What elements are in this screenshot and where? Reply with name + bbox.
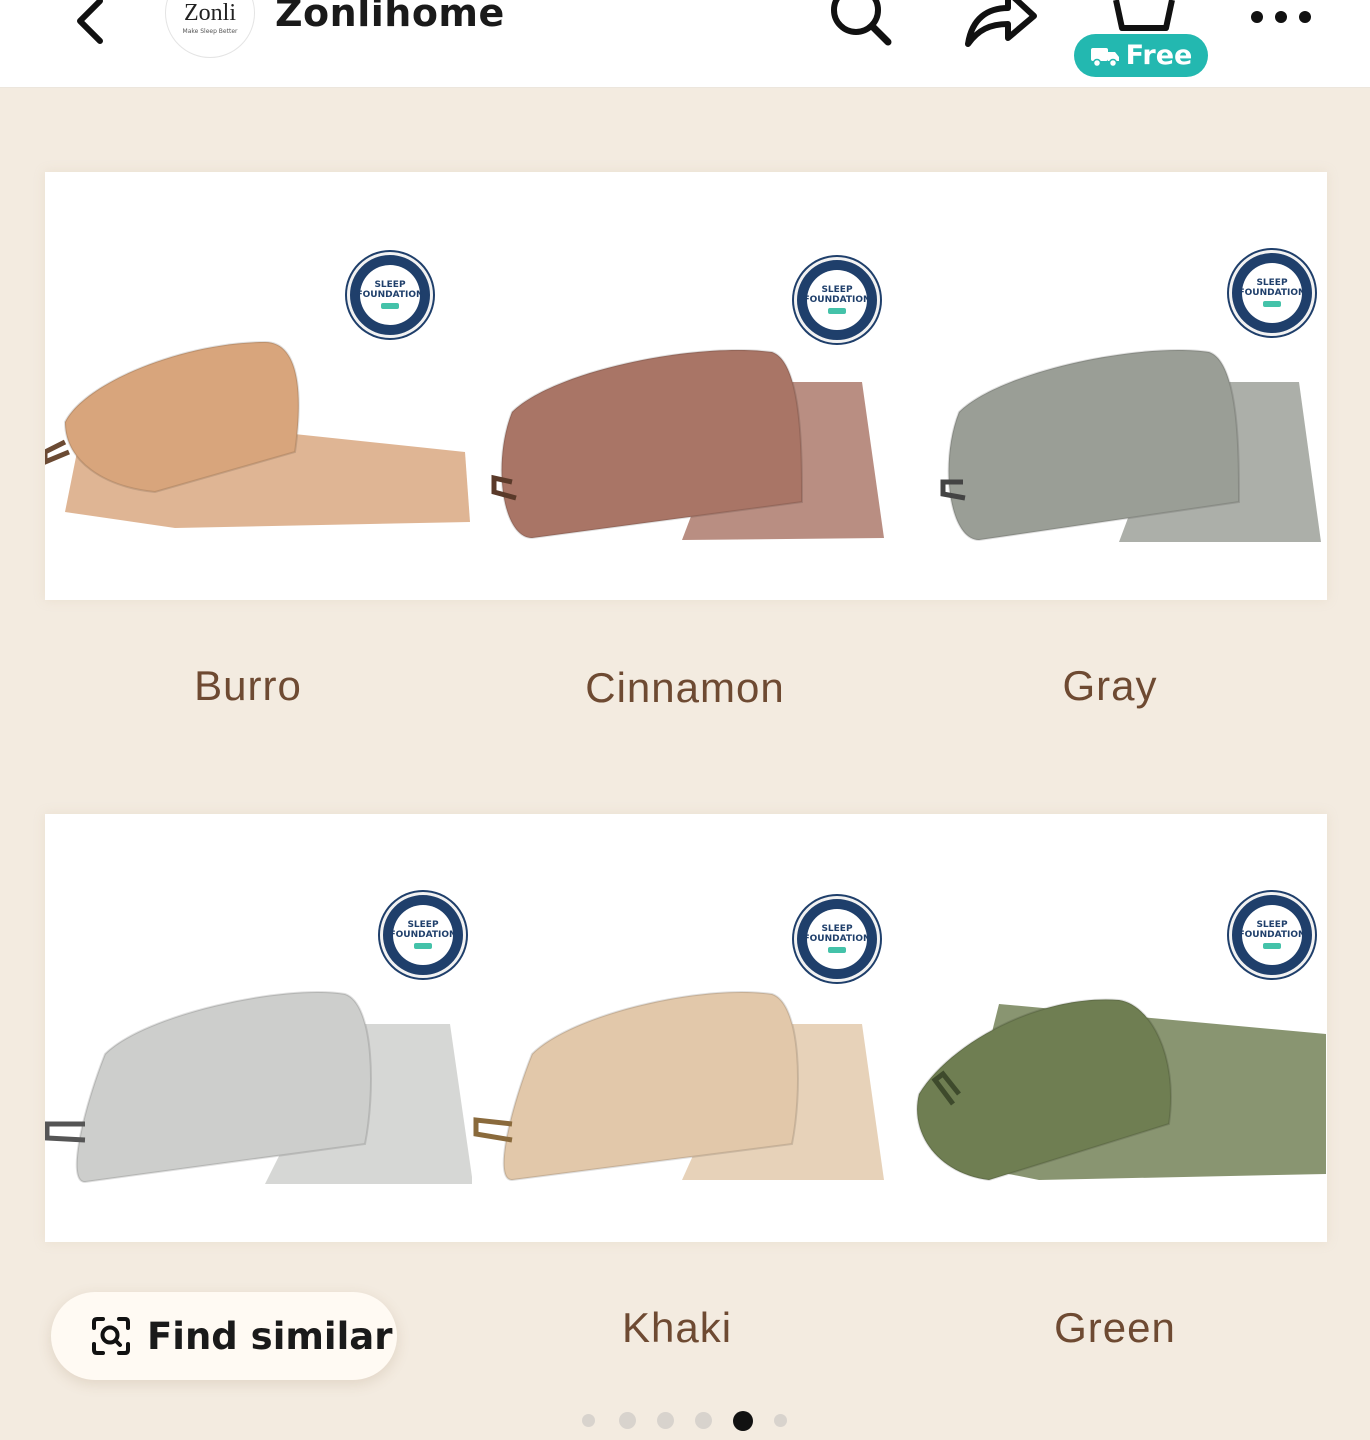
- variant-image-light-gray[interactable]: SLEEP FOUNDATION: [45, 814, 472, 1242]
- variant-label-burro[interactable]: Burro: [48, 662, 448, 710]
- pagination-dot[interactable]: [657, 1412, 674, 1429]
- truck-icon: [1090, 47, 1119, 67]
- variant-image-burro[interactable]: SLEEP FOUNDATION: [45, 172, 472, 600]
- pagination-dot[interactable]: [619, 1412, 636, 1429]
- search-button[interactable]: [822, 0, 898, 56]
- more-icon: [1251, 11, 1311, 23]
- find-similar-button[interactable]: Find similar: [51, 1292, 397, 1380]
- seal-line2: FOUNDATION: [389, 929, 457, 940]
- share-icon: [965, 0, 1037, 47]
- seal-line2: FOUNDATION: [1238, 287, 1306, 298]
- seal-line2: FOUNDATION: [803, 933, 871, 944]
- variant-image-gray[interactable]: SLEEP FOUNDATION: [899, 172, 1326, 600]
- image-carousel-pagination: [0, 1411, 1370, 1432]
- cart-button[interactable]: [1110, 0, 1180, 36]
- mattress-illustration: [491, 349, 884, 540]
- variant-label-green[interactable]: Green: [915, 1304, 1315, 1352]
- share-button[interactable]: [958, 0, 1042, 56]
- more-button[interactable]: [1246, 0, 1316, 34]
- chevron-left-icon: [77, 0, 103, 44]
- mattress-illustration: [473, 991, 884, 1182]
- free-badge-label: Free: [1125, 40, 1193, 71]
- product-image-bottom-row[interactable]: SLEEP FOUNDATION SLEEP FOUNDATION SLEEP FOU…: [45, 814, 1327, 1242]
- store-name[interactable]: Zonlihome: [275, 0, 505, 35]
- find-similar-label: Find similar: [147, 1314, 393, 1358]
- variant-label-khaki[interactable]: Khaki: [477, 1304, 877, 1352]
- app-header: Zonli Make Sleep Better Zonlihome Free: [0, 0, 1370, 88]
- seal-line2: FOUNDATION: [1238, 929, 1306, 940]
- image-search-icon: [92, 1317, 130, 1355]
- search-icon: [831, 0, 892, 46]
- mattress-illustration: [916, 998, 1326, 1182]
- pagination-dot[interactable]: [774, 1414, 787, 1427]
- back-button[interactable]: [62, 0, 118, 50]
- variant-label-cinnamon[interactable]: Cinnamon: [485, 664, 885, 712]
- pagination-dot[interactable]: [582, 1414, 595, 1427]
- cart-icon: [1113, 0, 1175, 31]
- pagination-dot-active[interactable]: [733, 1411, 753, 1431]
- store-logo-tagline: Make Sleep Better: [182, 28, 238, 35]
- mattress-illustration: [45, 340, 470, 528]
- variant-image-cinnamon[interactable]: SLEEP FOUNDATION: [472, 172, 899, 600]
- seal-line2: FOUNDATION: [356, 289, 424, 300]
- store-logo-word: Zonli: [184, 0, 236, 26]
- product-image-top-row[interactable]: SLEEP FOUNDATION SLEEP FOUNDATION SLEEP FOU…: [45, 172, 1327, 600]
- variant-label-gray[interactable]: Gray: [910, 662, 1310, 710]
- free-shipping-badge[interactable]: Free: [1074, 34, 1208, 77]
- store-logo[interactable]: Zonli Make Sleep Better: [165, 0, 255, 58]
- variant-image-green[interactable]: SLEEP FOUNDATION: [899, 814, 1326, 1242]
- variant-image-khaki[interactable]: SLEEP FOUNDATION: [472, 814, 899, 1242]
- mattress-illustration: [940, 349, 1321, 542]
- pagination-dot[interactable]: [695, 1412, 712, 1429]
- mattress-illustration: [45, 991, 472, 1184]
